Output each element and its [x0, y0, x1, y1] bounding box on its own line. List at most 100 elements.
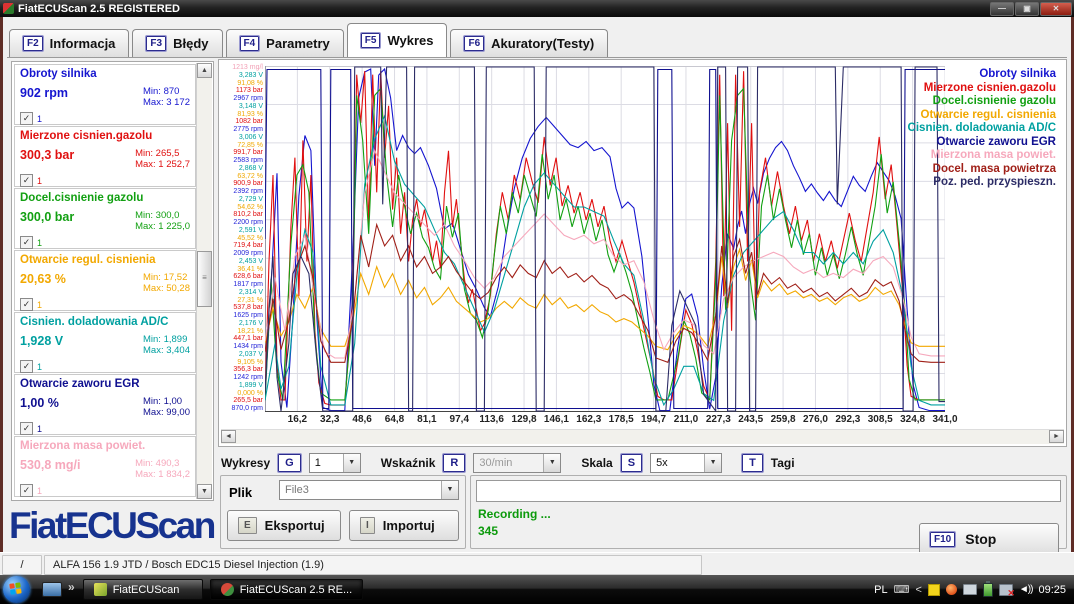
vehicle-info: ALFA 156 1.9 JTD / Bosch EDC15 Diesel In…: [44, 555, 702, 575]
close-button[interactable]: ✕: [1040, 2, 1072, 16]
taskbar-button-fiatecuscan-25[interactable]: FiatECUScan 2.5 RE...: [210, 579, 364, 600]
x-axis-tick: 259,8: [771, 414, 796, 425]
display-icon[interactable]: [963, 584, 977, 595]
system-tray: PL ⌨ < ◄)) 09:25: [874, 583, 1074, 597]
chevron-down-icon[interactable]: ▼: [543, 454, 560, 472]
tray-app-icon-orange[interactable]: [946, 584, 957, 595]
x-axis-tick: 211,0: [674, 414, 698, 425]
app-icon: [3, 3, 14, 14]
y-axis-tick: 1817 rpm: [221, 281, 263, 288]
y-axis-tick: 356,3 bar: [221, 366, 263, 373]
tab-informacja[interactable]: F2Informacja: [9, 29, 129, 57]
network-disconnected-icon[interactable]: [999, 584, 1013, 596]
r-key-button[interactable]: R: [443, 454, 465, 472]
channel-checkbox[interactable]: ✓: [20, 422, 33, 435]
taskbar-button-fiatecuscan[interactable]: FiatECUScan: [83, 579, 203, 600]
legend-entry: Cisnien. doladowania AD/C: [908, 122, 1056, 136]
parameter-card: Otwarcie regul. cisnienia20,63 %Min: 17,…: [14, 250, 196, 311]
y-axis-tick: 27,31 %: [221, 297, 263, 304]
minimize-button[interactable]: —: [990, 2, 1014, 16]
channel-checkbox[interactable]: ✓: [20, 484, 33, 497]
parameter-name: Otwarcie zaworu EGR: [20, 378, 190, 390]
scroll-down-icon[interactable]: ▼: [197, 484, 212, 499]
parameter-value: 1,928 V: [20, 334, 63, 356]
y-axis-tick: 2967 rpm: [221, 95, 263, 102]
parameter-name: Docel.cisnienie gazolu: [20, 192, 190, 204]
tab-parametry[interactable]: F4Parametry: [226, 29, 344, 57]
keyboard-icon[interactable]: ⌨: [894, 583, 910, 596]
tab-akuratory-testy-[interactable]: F6Akuratory(Testy): [450, 29, 608, 57]
chart-panel[interactable]: 1213 mg/l3,283 V91,08 %1173 bar2967 rpm3…: [218, 59, 1067, 447]
wskaznik-select[interactable]: 30/min ▼: [473, 453, 561, 473]
legend-entry: Docel.cisnienie gazolu: [908, 95, 1056, 109]
title-bar: FiatECUScan 2.5 REGISTERED — ▣ ✕: [0, 0, 1074, 17]
tag-input[interactable]: [476, 480, 1061, 502]
fkey-badge: F6: [464, 36, 484, 51]
show-desktop-icon[interactable]: [42, 582, 62, 597]
x-axis-tick: 97,4: [450, 414, 469, 425]
x-axis-tick: 146,1: [544, 414, 569, 425]
y-axis-tick: 2,314 V: [221, 289, 263, 296]
quicklaunch-chevron[interactable]: »: [68, 580, 75, 594]
y-axis-labels: 1213 mg/l3,283 V91,08 %1173 bar2967 rpm3…: [221, 64, 263, 412]
fkey-badge: F4: [240, 36, 260, 51]
y-axis-tick: 447,1 bar: [221, 335, 263, 342]
recording-status: Recording ...: [478, 507, 551, 521]
chart-legend: Obroty silnikaMierzone cisnien.gazoluDoc…: [908, 68, 1056, 190]
folder-icon: [94, 583, 107, 596]
scroll-right-icon[interactable]: ►: [1049, 430, 1064, 443]
app-window: F2InformacjaF3BłędyF4ParametryF5WykresF6…: [0, 17, 1074, 575]
channel-checkbox[interactable]: ✓: [20, 236, 33, 249]
y-axis-tick: 991,7 bar: [221, 149, 263, 156]
tray-collapse-chevron[interactable]: <: [915, 584, 921, 596]
x-axis-labels: 16,232,348,664,881,197,4113,6129,8146,11…: [265, 414, 1025, 428]
maximize-button[interactable]: ▣: [1015, 2, 1039, 16]
x-axis-tick: 324,8: [900, 414, 925, 425]
x-axis-tick: 162,3: [576, 414, 601, 425]
tray-app-icon-yellow[interactable]: [928, 584, 940, 596]
tab-wykres[interactable]: F5Wykres: [347, 23, 448, 57]
y-axis-tick: 2775 rpm: [221, 126, 263, 133]
channel-checkbox[interactable]: ✓: [20, 112, 33, 125]
chart-scrollbar[interactable]: ◄ ►: [221, 429, 1064, 444]
chevron-down-icon[interactable]: ▼: [441, 481, 458, 499]
i-key-badge: I: [360, 517, 375, 534]
scroll-up-icon[interactable]: ▲: [197, 63, 212, 78]
scroll-left-icon[interactable]: ◄: [221, 430, 236, 443]
channel-checkbox[interactable]: ✓: [20, 174, 33, 187]
sidebar-scrollbar[interactable]: ▲ ▼: [196, 63, 212, 499]
parameter-name: Otwarcie regul. cisnienia: [20, 254, 190, 266]
volume-icon[interactable]: ◄)): [1019, 584, 1033, 595]
scrollbar-thumb[interactable]: [197, 251, 212, 307]
start-button[interactable]: [3, 576, 30, 603]
y-axis-tick: 3,006 V: [221, 134, 263, 141]
channel-checkbox[interactable]: ✓: [20, 298, 33, 311]
s-key-button[interactable]: S: [621, 454, 642, 472]
t-key-button[interactable]: T: [742, 454, 763, 472]
legend-entry: Mierzona masa powiet.: [908, 149, 1056, 163]
chevron-down-icon[interactable]: ▼: [343, 454, 360, 472]
chart-canvas[interactable]: [265, 66, 945, 412]
file-select[interactable]: File3 ▼: [279, 480, 459, 500]
tab-błędy[interactable]: F3Błędy: [132, 29, 222, 57]
windows-flag-icon: [9, 582, 23, 596]
y-axis-tick: 2200 rpm: [221, 219, 263, 226]
wykresy-label: Wykresy: [221, 456, 270, 470]
y-axis-tick: 265,5 bar: [221, 397, 263, 404]
tray-clock[interactable]: 09:25: [1038, 584, 1066, 596]
y-axis-tick: 2009 rpm: [221, 250, 263, 257]
skala-select[interactable]: 5x ▼: [650, 453, 722, 473]
import-button[interactable]: I Importuj: [349, 510, 459, 541]
channel-checkbox[interactable]: ✓: [20, 360, 33, 373]
language-indicator[interactable]: PL: [874, 584, 887, 596]
chevron-down-icon[interactable]: ▼: [704, 454, 721, 472]
parameter-value: 1,00 %: [20, 396, 59, 418]
wykresy-select[interactable]: 1 ▼: [309, 453, 361, 473]
g-key-button[interactable]: G: [278, 454, 301, 472]
battery-icon[interactable]: [983, 583, 993, 597]
y-axis-tick: 2,176 V: [221, 320, 263, 327]
checkbox-label: 1: [37, 486, 42, 496]
stop-button[interactable]: F10 Stop: [919, 523, 1059, 555]
plot-area[interactable]: [265, 66, 945, 412]
export-button[interactable]: E Eksportuj: [227, 510, 341, 541]
